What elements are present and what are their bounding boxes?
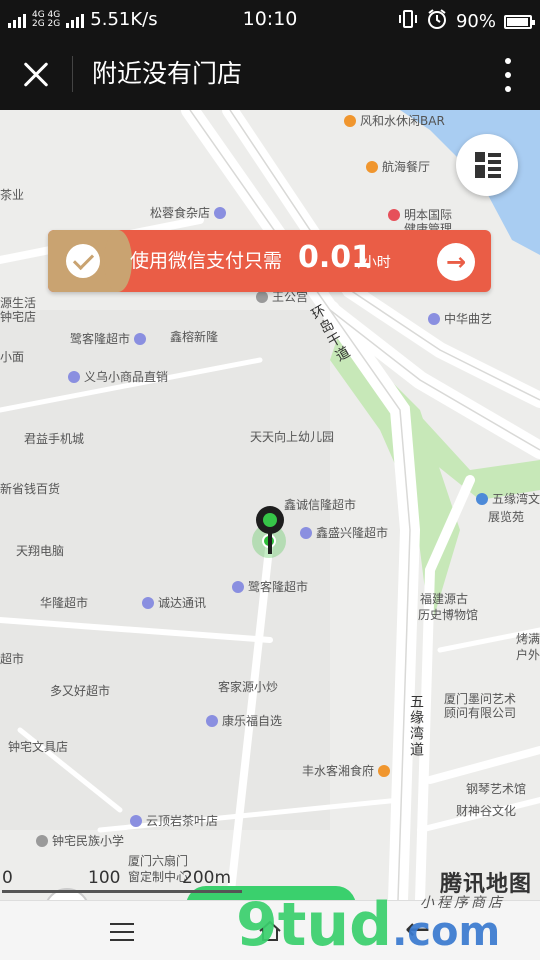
poi-shengqian[interactable]: 新省钱百货	[0, 480, 60, 497]
poi-kindergarten[interactable]: 天天向上幼儿园	[250, 428, 334, 445]
promo-unit: /小时	[358, 255, 391, 271]
poi-museum[interactable]: 福建源古	[420, 590, 468, 607]
alarm-icon	[426, 8, 448, 35]
poi-grocery[interactable]: 松蓉食杂店	[150, 204, 227, 221]
wechat-pay-promo-banner[interactable]: 使用微信支付只需 0.01 /小时 →	[48, 230, 491, 292]
shop-icon	[232, 580, 244, 593]
poi-fengshui[interactable]: 丰水客湘食府	[302, 762, 391, 779]
poi-caishen[interactable]: 财神谷文化	[456, 802, 516, 819]
promo-text: 使用微信支付只需	[130, 250, 283, 272]
close-button[interactable]	[18, 56, 54, 92]
title-bar: 附近没有门店	[0, 38, 540, 110]
poi-school[interactable]: 钟宅民族小学	[36, 832, 124, 849]
poi-phone[interactable]: 君益手机城	[24, 430, 84, 447]
poi-outdoor: 户外	[516, 648, 540, 662]
battery-percent: 90%	[455, 11, 496, 32]
poi-wuyuan-culture[interactable]: 五缘湾文化	[476, 490, 540, 507]
page-title: 附近没有门店	[92, 59, 243, 88]
poi-kaoman[interactable]: 烤满	[516, 630, 540, 647]
poi-kanglefu[interactable]: 康乐福自选	[206, 712, 282, 729]
scale-label-0: 0	[2, 868, 13, 888]
map-pin-icon[interactable]	[256, 506, 284, 534]
food-icon	[378, 764, 391, 777]
poi-tea-shop[interactable]: 云顶岩茶叶店	[130, 812, 218, 829]
arrow-right-icon[interactable]: →	[437, 243, 475, 281]
poi-noodle[interactable]: 小面	[0, 348, 24, 365]
road-label-wuyuan: 五缘湾道	[408, 694, 424, 758]
poi-chengda[interactable]: 诚达通讯	[142, 594, 206, 611]
temple-icon	[256, 290, 268, 303]
shop-icon	[300, 526, 312, 539]
status-bar: 4G 4G 2G 2G 5.51K/s 10:10 90%	[0, 0, 540, 38]
poi-piano[interactable]: 钢琴艺术馆	[466, 780, 526, 797]
poi-liushanmen[interactable]: 厦门六扇门	[128, 852, 188, 869]
poi-shengxing[interactable]: 鑫盛兴隆超市	[300, 524, 388, 541]
shop-icon	[214, 206, 227, 219]
title-divider	[72, 56, 73, 92]
poi-supermarket[interactable]: 超市	[0, 650, 24, 667]
poi-art-consult-2: 顾问有限公司	[444, 706, 517, 720]
status-right: 90%	[398, 8, 535, 35]
poi-stationery[interactable]: 钟宅文具店	[8, 738, 68, 755]
poi-luke-1[interactable]: 鹭客隆超市	[70, 330, 147, 347]
drink-icon	[344, 114, 356, 127]
map-view[interactable]: 风和水休闲BAR 航海餐厅 茶业 松蓉食杂店 明本国际 健康管理 王公宫 源生活…	[0, 110, 540, 900]
food-icon	[366, 160, 378, 173]
poi-window: 窗定制中心	[128, 870, 189, 884]
phone-shop-icon	[142, 596, 154, 609]
poi-tea[interactable]: 茶业	[0, 186, 24, 203]
vibrate-icon	[398, 9, 418, 34]
poi-tianxiang[interactable]: 天翔电脑	[16, 542, 64, 559]
more-options-button[interactable]	[502, 58, 514, 92]
poi-yiwu[interactable]: 义乌小商品直销	[68, 368, 168, 385]
poi-museum-2: 历史博物馆	[418, 608, 479, 622]
screen: 4G 4G 2G 2G 5.51K/s 10:10 90% 附近没有门店 风和水…	[0, 0, 540, 960]
poi-bar[interactable]: 风和水休闲BAR	[344, 112, 445, 129]
poi-restaurant[interactable]: 航海餐厅	[366, 158, 430, 175]
menu-icon[interactable]	[110, 923, 134, 941]
shop-icon	[68, 370, 80, 383]
poi-zhongzhai[interactable]: 钟宅店	[0, 308, 36, 325]
poi-exhibition: 展览苑	[488, 510, 525, 524]
scale-label-200m: 200m	[182, 868, 232, 888]
scale-label-100: 100	[88, 868, 121, 888]
museum-icon	[476, 492, 488, 505]
poi-xinrong[interactable]: 鑫榕新隆	[170, 328, 218, 345]
music-icon	[428, 312, 440, 325]
poi-luke-2[interactable]: 鹭客隆超市	[232, 578, 308, 595]
layers-icon	[475, 152, 501, 178]
shop-icon	[206, 714, 218, 727]
poi-hualong[interactable]: 华隆超市	[40, 594, 88, 611]
battery-icon	[504, 14, 535, 29]
poi-kejia[interactable]: 客家源小炒	[218, 678, 278, 695]
map-base	[0, 110, 540, 900]
school-icon	[36, 834, 48, 847]
shop-icon	[134, 332, 147, 345]
watermark-subtitle: 小程序商店	[420, 895, 505, 911]
shop-icon	[130, 814, 142, 827]
hospital-icon	[388, 208, 400, 221]
poi-chengxin[interactable]: 鑫诚信隆超市	[284, 496, 356, 513]
poi-duoyouhao[interactable]: 多又好超市	[50, 682, 110, 699]
map-layers-button[interactable]	[456, 134, 518, 196]
wechat-pay-icon	[66, 244, 100, 278]
poi-quyi[interactable]: 中华曲艺	[428, 310, 492, 327]
scale-bar	[2, 890, 242, 893]
